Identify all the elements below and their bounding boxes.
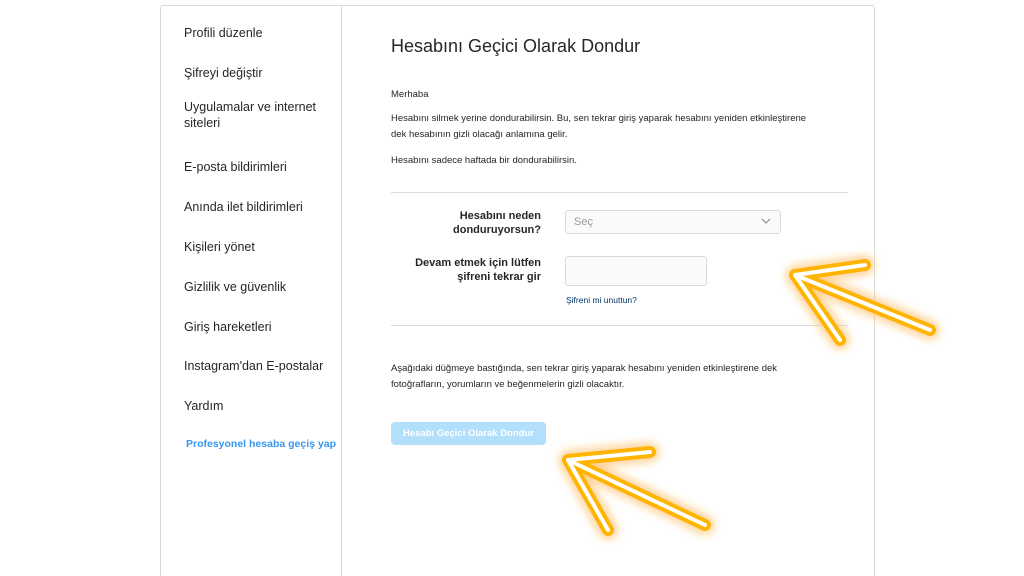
sidebar-item-edit-profile[interactable]: Profili düzenle — [184, 25, 334, 41]
page-title: Hesabını Geçici Olarak Dondur — [391, 36, 641, 56]
chevron-down-icon — [760, 215, 772, 230]
forgot-password-link[interactable]: Şifreni mi unuttun? — [566, 295, 637, 305]
sidebar-item-switch-professional[interactable]: Profesyonel hesaba geçiş yap — [186, 436, 336, 452]
reason-select-value: Seç — [574, 216, 593, 228]
temporarily-disable-button[interactable]: Hesabı Geçici Olarak Dondur — [391, 422, 546, 445]
settings-card: Profili düzenle Şifreyi değiştir Uygulam… — [160, 5, 875, 576]
divider-top — [391, 192, 848, 193]
sidebar-item-manage-contacts[interactable]: Kişileri yönet — [184, 239, 334, 255]
reason-select[interactable]: Seç — [565, 210, 781, 234]
sidebar-item-emails-from-instagram[interactable]: Instagram'dan E-postalar — [184, 358, 334, 374]
divider-bottom — [391, 325, 848, 326]
sidebar-item-change-password[interactable]: Şifreyi değiştir — [184, 65, 334, 81]
settings-sidebar: Profili düzenle Şifreyi değiştir Uygulam… — [161, 6, 342, 576]
greeting-text: Merhaba — [391, 89, 429, 100]
confirm-text: Aşağıdaki düğmeye bastığında, sen tekrar… — [391, 363, 778, 390]
password-label: Devam etmek için lütfen şifreni tekrar g… — [415, 257, 541, 283]
password-field[interactable] — [565, 256, 707, 286]
intro-text: Hesabını silmek yerine dondurabilirsin. … — [391, 113, 807, 140]
sidebar-item-push-notifications[interactable]: Anında ilet bildirimleri — [184, 199, 334, 215]
main-content: Hesabını Geçici Olarak Dondur Merhaba He… — [342, 6, 874, 576]
sidebar-item-apps-websites[interactable]: Uygulamalar ve internet siteleri — [184, 99, 324, 131]
reason-label: Hesabını neden donduruyorsun? — [453, 210, 541, 236]
sidebar-item-privacy-security[interactable]: Gizlilik ve güvenlik — [184, 279, 334, 295]
sidebar-item-email-notifications[interactable]: E-posta bildirimleri — [184, 159, 334, 175]
sidebar-item-help[interactable]: Yardım — [184, 398, 334, 414]
limit-note-text: Hesabını sadece haftada bir dondurabilir… — [391, 155, 577, 166]
sidebar-item-login-activity[interactable]: Giriş hareketleri — [184, 319, 334, 335]
